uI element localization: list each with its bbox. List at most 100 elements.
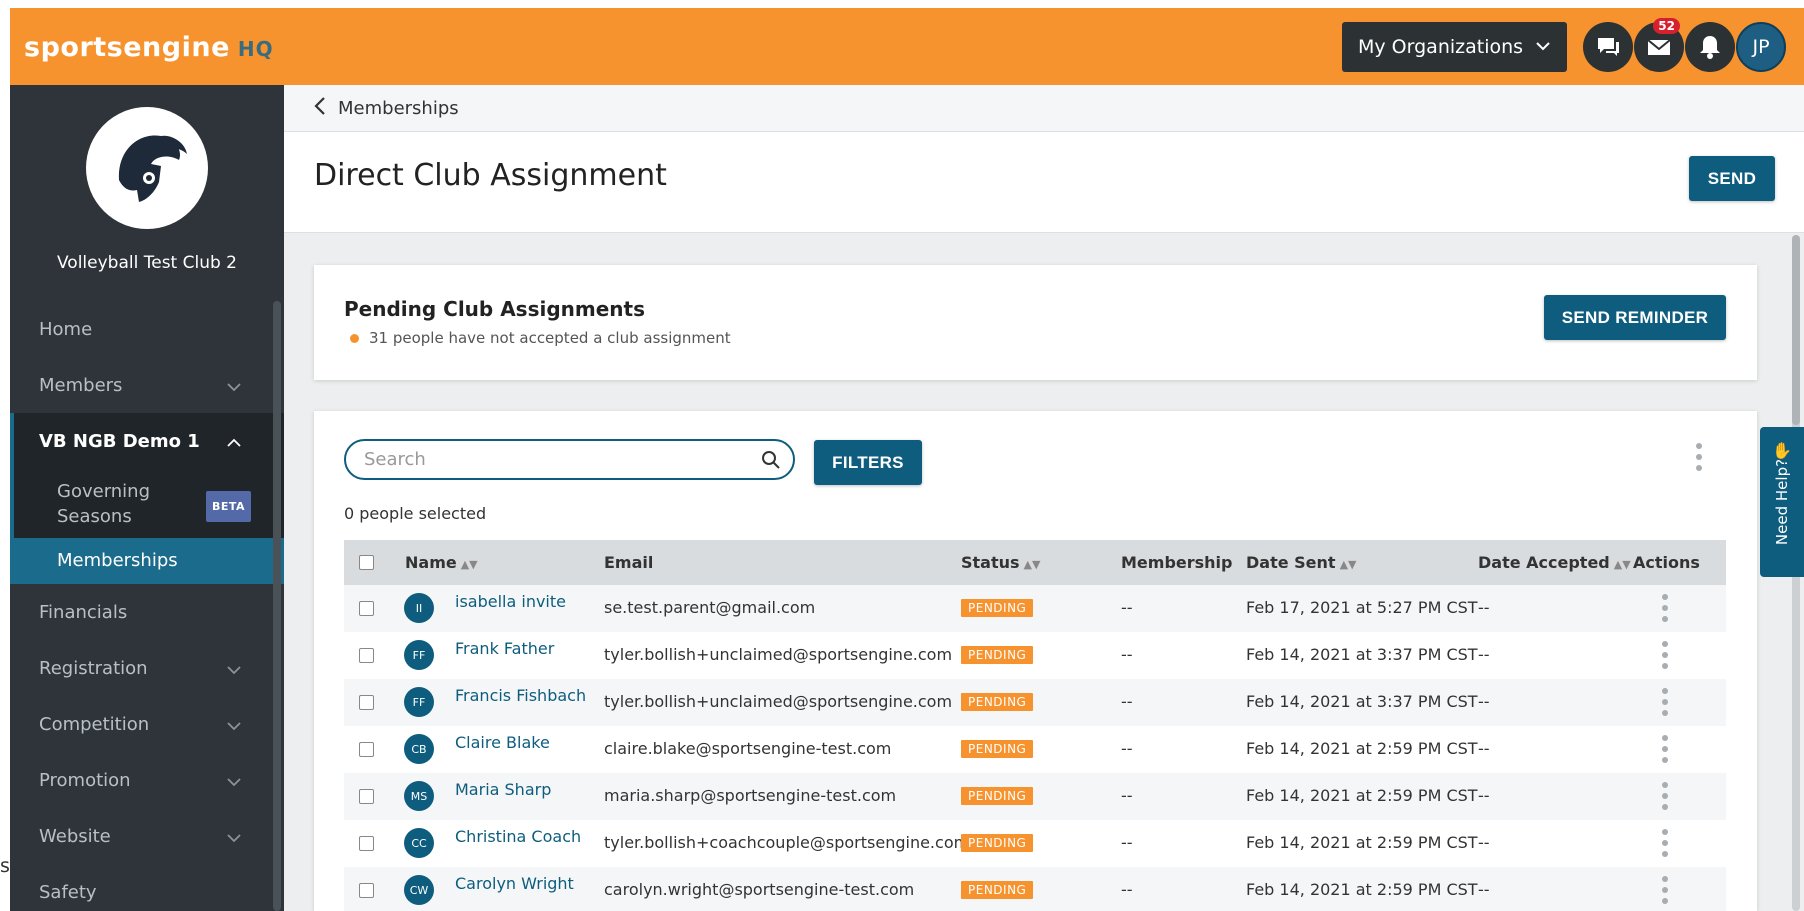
beta-badge: BETA (206, 491, 252, 522)
email-cell: carolyn.wright@sportsengine-test.com (604, 880, 915, 899)
member-name-link[interactable]: Francis Fishbach (455, 686, 586, 705)
member-name-link[interactable]: Frank Father (455, 639, 554, 658)
row-actions-kebab-icon[interactable] (1661, 594, 1669, 622)
top-header: sportsengine HQ My Organizations 52 JP (10, 8, 1804, 85)
member-name-link[interactable]: Carolyn Wright (455, 874, 574, 893)
sidebar-item-governing-seasons[interactable]: Governing Seasons BETA (10, 469, 284, 538)
bell-icon[interactable] (1685, 22, 1735, 72)
status-dot (350, 333, 359, 343)
avatar: CW (404, 875, 434, 905)
sidebar-item-competition[interactable]: Competition (10, 696, 284, 752)
column-name[interactable]: Name ▲▼ (405, 553, 478, 572)
member-name-link[interactable]: Christina Coach (455, 827, 581, 846)
table-header: Name ▲▼ Email Status ▲▼ Membership Date Se… (344, 540, 1726, 585)
sidebar-item-home[interactable]: Home (10, 301, 284, 357)
sidebar-item-registration[interactable]: Registration (10, 640, 284, 696)
date-accepted-cell: -- (1478, 645, 1490, 664)
send-reminder-button[interactable]: SEND REMINDER (1544, 295, 1726, 340)
date-sent-cell: Feb 14, 2021 at 2:59 PM CST (1246, 739, 1478, 758)
need-help-tab[interactable]: ✋ Need Help? (1760, 427, 1804, 577)
membership-cell: -- (1121, 645, 1133, 664)
my-organizations-dropdown[interactable]: My Organizations (1342, 22, 1567, 72)
avatar: FF (404, 687, 434, 717)
mail-icon[interactable]: 52 (1634, 18, 1684, 72)
sidebar-item-safety[interactable]: Safety (10, 864, 284, 911)
row-checkbox[interactable] (359, 836, 374, 851)
status-badge: PENDING (961, 881, 1034, 899)
spartan-helmet-logo (118, 135, 187, 202)
title-bar: Direct Club Assignment SEND (284, 132, 1804, 233)
member-name-link[interactable]: Maria Sharp (455, 780, 551, 799)
sidebar-scrollbar[interactable] (273, 301, 281, 911)
status-badge: PENDING (961, 646, 1034, 664)
main-content: Memberships Direct Club Assignment SEND … (284, 85, 1804, 911)
filters-button[interactable]: FILTERS (814, 440, 922, 485)
sidebar-item-members[interactable]: Members (10, 357, 284, 413)
chevron-left-icon[interactable] (314, 96, 326, 121)
club-logo[interactable] (86, 107, 208, 229)
search-icon[interactable] (761, 450, 781, 474)
table-row: FF Frank Father tyler.bollish+unclaimed@… (344, 632, 1726, 679)
date-accepted-cell: -- (1478, 692, 1490, 711)
row-checkbox[interactable] (359, 742, 374, 757)
membership-cell: -- (1121, 880, 1133, 899)
club-name: Volleyball Test Club 2 (57, 253, 237, 273)
sidebar-item-vb-ngb-demo[interactable]: VB NGB Demo 1 (10, 413, 284, 469)
member-name-link[interactable]: isabella invite (455, 592, 566, 611)
chevron-down-icon (1535, 36, 1551, 63)
date-sent-cell: Feb 14, 2021 at 2:59 PM CST (1246, 880, 1478, 899)
row-actions-kebab-icon[interactable] (1661, 688, 1669, 716)
row-actions-kebab-icon[interactable] (1661, 782, 1669, 810)
table-row: CC Christina Coach tyler.bollish+coachco… (344, 820, 1726, 867)
search-input[interactable] (364, 449, 754, 470)
status-badge: PENDING (961, 693, 1034, 711)
select-all-checkbox[interactable] (359, 555, 374, 570)
chevron-down-icon (226, 377, 242, 398)
row-checkbox[interactable] (359, 601, 374, 616)
sort-icon: ▲▼ (1023, 558, 1041, 571)
sidebar-item-memberships[interactable]: Memberships (10, 538, 284, 584)
table-row: FF Francis Fishbach tyler.bollish+unclai… (344, 679, 1726, 726)
date-accepted-cell: -- (1478, 598, 1490, 617)
date-sent-cell: Feb 14, 2021 at 2:59 PM CST (1246, 786, 1478, 805)
column-date-accepted[interactable]: Date Accepted ▲▼ (1478, 553, 1631, 572)
row-actions-kebab-icon[interactable] (1661, 735, 1669, 763)
chat-icon[interactable] (1583, 22, 1633, 72)
send-button[interactable]: SEND (1689, 156, 1775, 201)
row-checkbox[interactable] (359, 789, 374, 804)
sidebar-item-website[interactable]: Website (10, 808, 284, 864)
pending-subtitle: 31 people have not accepted a club assig… (344, 329, 731, 347)
user-avatar[interactable]: JP (1736, 22, 1786, 72)
row-checkbox[interactable] (359, 695, 374, 710)
breadcrumb-link[interactable]: Memberships (338, 98, 459, 119)
row-checkbox[interactable] (359, 883, 374, 898)
date-sent-cell: Feb 14, 2021 at 3:37 PM CST (1246, 645, 1478, 664)
date-accepted-cell: -- (1478, 880, 1490, 899)
assignments-table-card: FILTERS 0 people selected Name▲▼ Email S… (314, 411, 1757, 911)
membership-cell: -- (1121, 786, 1133, 805)
sidebar-item-financials[interactable]: Financials (10, 584, 284, 640)
member-name-link[interactable]: Claire Blake (455, 733, 550, 752)
row-actions-kebab-icon[interactable] (1661, 829, 1669, 857)
email-cell: tyler.bollish+coachcouple@sportsengine.c… (604, 833, 970, 852)
column-status[interactable]: Status ▲▼ (961, 553, 1040, 572)
row-actions-kebab-icon[interactable] (1661, 876, 1669, 904)
column-date-sent[interactable]: Date Sent ▲▼ (1246, 553, 1356, 572)
avatar: MS (404, 781, 434, 811)
sort-icon: ▲▼ (460, 558, 478, 571)
row-checkbox[interactable] (359, 648, 374, 663)
table-row: II isabella invite se.test.parent@gmail.… (344, 585, 1726, 632)
sportsengine-logo[interactable]: sportsengine HQ (24, 32, 274, 63)
table-body: II isabella invite se.test.parent@gmail.… (344, 585, 1726, 911)
date-accepted-cell: -- (1478, 786, 1490, 805)
date-accepted-cell: -- (1478, 833, 1490, 852)
sidebar-item-promotion[interactable]: Promotion (10, 752, 284, 808)
email-cell: se.test.parent@gmail.com (604, 598, 816, 617)
kebab-icon[interactable] (1694, 443, 1704, 471)
scrollbar-thumb[interactable] (1792, 235, 1800, 425)
search-box[interactable] (344, 439, 795, 480)
column-membership: Membership (1121, 553, 1233, 572)
row-actions-kebab-icon[interactable] (1661, 641, 1669, 669)
date-sent-cell: Feb 14, 2021 at 2:59 PM CST (1246, 833, 1478, 852)
page-title: Direct Club Assignment (314, 158, 667, 193)
